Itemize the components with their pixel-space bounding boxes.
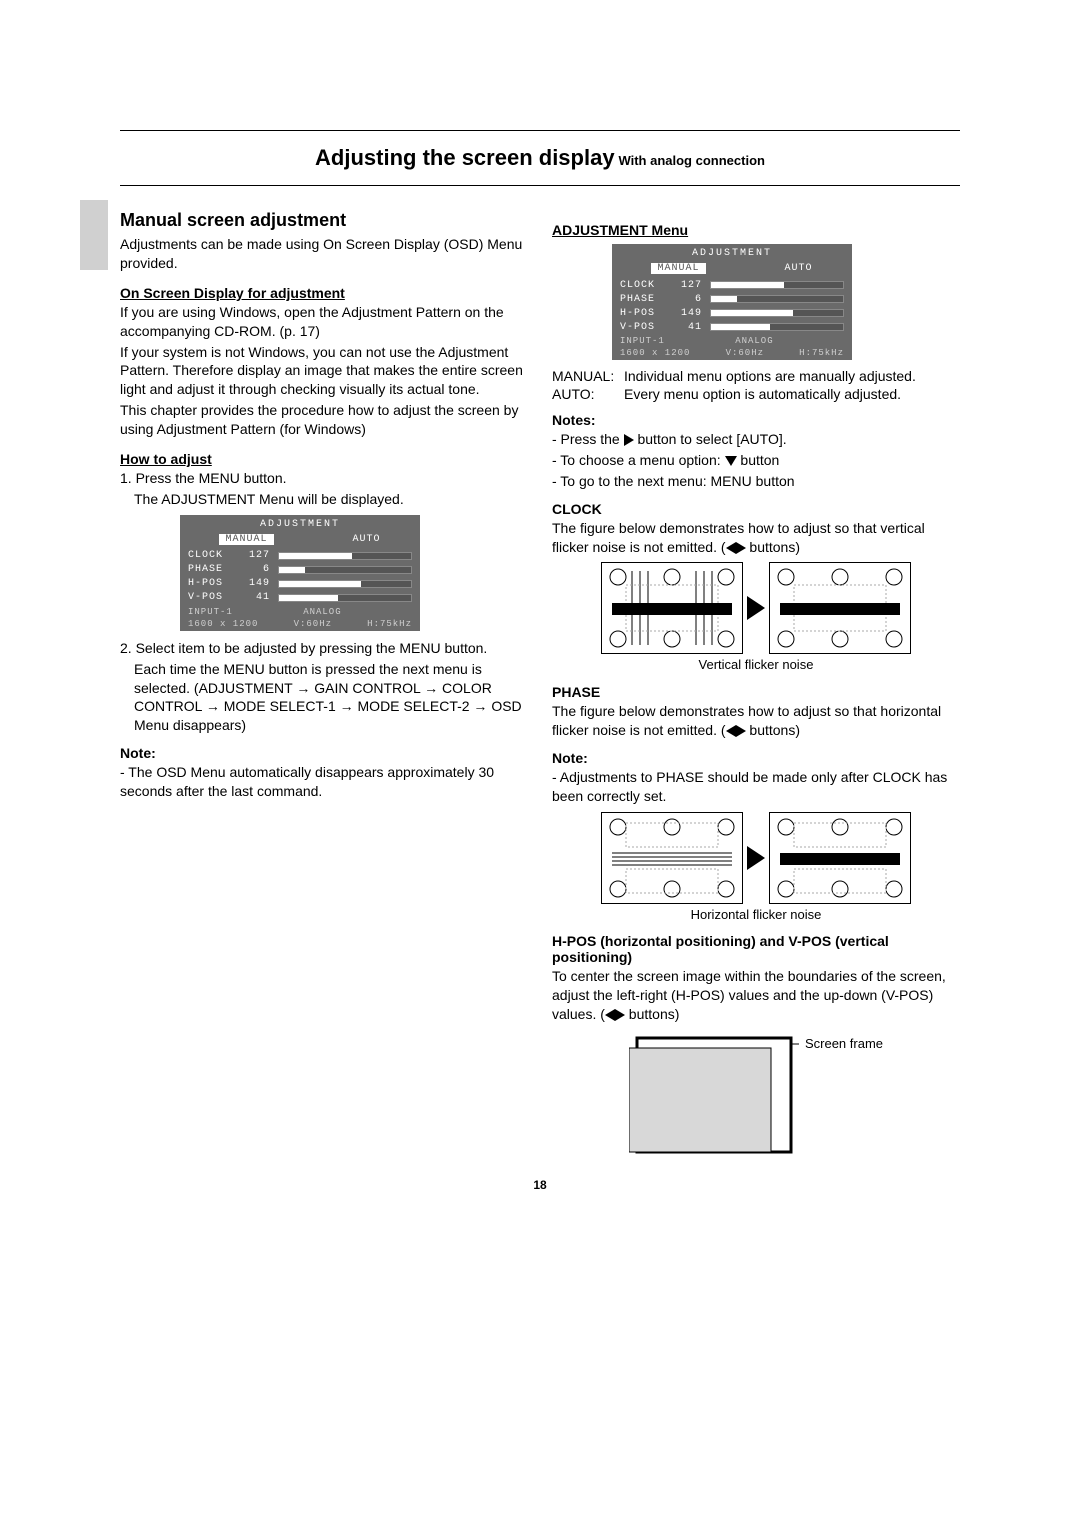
right-arrow-icon: [624, 434, 634, 446]
step2-line1: 2. Select item to be adjusted by pressin…: [120, 639, 528, 658]
left-column: Manual screen adjustment Adjustments can…: [120, 210, 528, 1160]
clock-text: The figure below demonstrates how to adj…: [552, 519, 960, 557]
clock-heading: CLOCK: [552, 501, 960, 517]
phase-note-heading: Note:: [552, 750, 960, 766]
hvpos-heading: H-POS (horizontal positioning) and V-POS…: [552, 933, 960, 965]
note-c: - To go to the next menu: MENU button: [552, 472, 960, 491]
screen-frame-svg: [629, 1030, 799, 1160]
page-title: Adjusting the screen display: [315, 145, 615, 170]
osd-title: ADJUSTMENT: [180, 519, 420, 532]
osd-para-1: If you are using Windows, open the Adjus…: [120, 303, 528, 341]
osd-menu-figure-2: ADJUSTMENT MANUAL AUTO CLOCK127 PHASE6 H…: [612, 244, 852, 360]
heading-manual-adjustment: Manual screen adjustment: [120, 210, 528, 231]
step1-line1: 1. Press the MENU button.: [120, 469, 528, 488]
down-arrow-icon: [725, 456, 737, 466]
phase-figure: [552, 812, 960, 904]
arrow-icon: [747, 596, 765, 620]
phase-note: - Adjustments to PHASE should be made on…: [552, 768, 960, 806]
note-heading: Note:: [120, 745, 528, 761]
right-arrow-icon: [736, 542, 746, 554]
page-title-box: Adjusting the screen display With analog…: [120, 130, 960, 186]
osd-para-2: If your system is not Windows, you can n…: [120, 343, 528, 400]
osd-para-3: This chapter provides the procedure how …: [120, 401, 528, 439]
heading-adjustment-menu: ADJUSTMENT Menu: [552, 222, 960, 238]
screen-frame-figure: Screen frame: [552, 1030, 960, 1160]
osd-menu-figure-1: ADJUSTMENT MANUAL AUTO CLOCK127 PHASE6 H…: [180, 515, 420, 631]
step2-line2: Each time the MENU button is pressed the…: [134, 660, 528, 736]
left-arrow-icon: [726, 542, 736, 554]
left-arrow-icon: [726, 725, 736, 737]
right-arrow-icon: [615, 1009, 625, 1021]
arrow-icon: [747, 846, 765, 870]
heading-how-to-adjust: How to adjust: [120, 451, 528, 467]
heading-osd-adjustment: On Screen Display for adjustment: [120, 285, 528, 301]
phase-pattern-after: [769, 812, 911, 904]
step1-line2: The ADJUSTMENT Menu will be displayed.: [134, 490, 528, 509]
notes-heading: Notes:: [552, 412, 960, 428]
left-arrow-icon: [605, 1009, 615, 1021]
phase-text: The figure below demonstrates how to adj…: [552, 702, 960, 740]
auto-definition: AUTO: Every menu option is automatically…: [552, 386, 960, 402]
clock-pattern-after: [769, 562, 911, 654]
phase-caption: Horizontal flicker noise: [552, 906, 960, 924]
manual-definition: MANUAL: Individual menu options are manu…: [552, 368, 960, 384]
note-text: - The OSD Menu automatically disappears …: [120, 763, 528, 801]
screen-frame-label: Screen frame: [805, 1036, 883, 1051]
hvpos-text: To center the screen image within the bo…: [552, 967, 960, 1024]
clock-figure: [552, 562, 960, 654]
osd-mode-auto: AUTO: [352, 534, 380, 545]
phase-heading: PHASE: [552, 684, 960, 700]
clock-caption: Vertical flicker noise: [552, 656, 960, 674]
right-arrow-icon: [736, 725, 746, 737]
right-column: ADJUSTMENT Menu ADJUSTMENT MANUAL AUTO C…: [552, 210, 960, 1160]
phase-pattern-before: [601, 812, 743, 904]
intro-text: Adjustments can be made using On Screen …: [120, 235, 528, 273]
osd-mode-manual: MANUAL: [219, 534, 273, 545]
note-a: - Press the button to select [AUTO].: [552, 430, 960, 449]
clock-pattern-before: [601, 562, 743, 654]
page-subtitle: With analog connection: [618, 153, 765, 168]
side-tab: [80, 200, 108, 270]
page-number: 18: [120, 1178, 960, 1192]
note-b: - To choose a menu option: button: [552, 451, 960, 470]
